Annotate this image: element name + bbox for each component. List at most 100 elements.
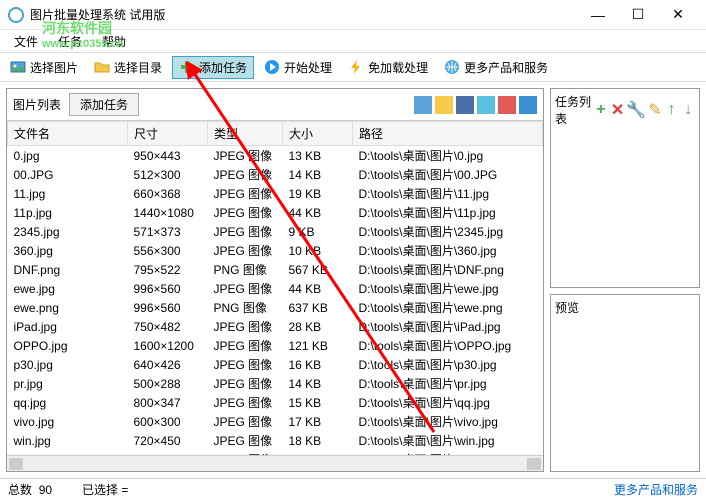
mini-folder-icon[interactable] [435,96,453,114]
maximize-button[interactable]: ☐ [618,6,658,23]
cell-path: D:\tools\桌面\图片\00.JPG [353,165,543,184]
cell-name: 11.jpg [8,184,128,203]
cell-type: JPEG 图像 [208,279,283,298]
cell-fsize: 18 KB [283,431,353,450]
cell-name: iPad.jpg [8,317,128,336]
table-row[interactable]: 2345.jpg571×373JPEG 图像9 KBD:\tools\桌面\图片… [8,222,543,241]
file-table-wrap[interactable]: 文件名 尺寸 类型 大小 路径 0.jpg950×443JPEG 图像13 KB… [7,120,543,455]
cell-name: vivo.jpg [8,412,128,431]
cell-fsize: 44 KB [283,203,353,222]
cell-type: PNG 图像 [208,260,283,279]
table-row[interactable]: win.jpg720×450JPEG 图像18 KBD:\tools\桌面\图片… [8,431,543,450]
cell-path: D:\tools\桌面\图片\vivo.jpg [353,412,543,431]
horizontal-scrollbar[interactable] [7,455,543,471]
cell-type: JPEG 图像 [208,393,283,412]
cell-type: JPEG 图像 [208,203,283,222]
col-filename[interactable]: 文件名 [8,122,128,146]
cell-type: JPEG 图像 [208,355,283,374]
cell-name: 00.JPG [8,165,128,184]
select-dir-label: 选择目录 [114,59,162,76]
cell-path: D:\tools\桌面\图片\360.jpg [353,241,543,260]
table-row[interactable]: p30.jpg640×426JPEG 图像16 KBD:\tools\桌面\图片… [8,355,543,374]
cell-type: PNG 图像 [208,298,283,317]
mini-image-icon[interactable] [414,96,432,114]
cell-fsize: 28 KB [283,317,353,336]
select-dir-button[interactable]: 选择目录 [88,57,168,78]
cell-path: D:\tools\桌面\图片\DNF.png [353,260,543,279]
table-row[interactable]: 11p.jpg1440×1080JPEG 图像44 KBD:\tools\桌面\… [8,203,543,222]
table-row[interactable]: DNF.png795×522PNG 图像567 KBD:\tools\桌面\图片… [8,260,543,279]
cell-type: JPEG 图像 [208,317,283,336]
add-task-small-button[interactable]: 添加任务 [69,93,139,116]
minimize-button[interactable]: — [578,7,618,23]
cell-path: D:\tools\桌面\图片\11.jpg [353,184,543,203]
select-image-button[interactable]: 选择图片 [4,57,84,78]
col-dimensions[interactable]: 尺寸 [128,122,208,146]
task-remove-icon[interactable]: ✕ [611,101,625,119]
task-up-icon[interactable]: ↑ [665,101,679,119]
free-button[interactable]: 免加载处理 [342,57,434,78]
task-list-title: 任务列表 [555,93,591,127]
col-type[interactable]: 类型 [208,122,283,146]
cell-fsize: 567 KB [283,260,353,279]
task-down-icon[interactable]: ↓ [681,101,695,119]
cell-fsize: 10 KB [283,241,353,260]
cell-type: JPEG 图像 [208,184,283,203]
free-label: 免加载处理 [368,59,428,76]
app-icon [8,7,24,23]
table-row[interactable]: pr.jpg500×288JPEG 图像14 KBD:\tools\桌面\图片\… [8,374,543,393]
cell-fsize: 44 KB [283,279,353,298]
col-filesize[interactable]: 大小 [283,122,353,146]
cell-size: 750×482 [128,317,208,336]
more-button[interactable]: 更多产品和服务 [438,57,554,78]
cell-path: D:\tools\桌面\图片\ewe.jpg [353,279,543,298]
cell-path: D:\tools\桌面\图片\2345.jpg [353,222,543,241]
watermark: 河东软件园 www.pc0359.cn [42,18,124,50]
start-button[interactable]: 开始处理 [258,57,338,78]
watermark-name: 河东软件园 [42,20,112,36]
table-row[interactable]: OPPO.jpg1600×1200JPEG 图像121 KBD:\tools\桌… [8,336,543,355]
cell-size: 996×560 [128,279,208,298]
cell-path: D:\tools\桌面\图片\11p.jpg [353,203,543,222]
table-row[interactable]: 0.jpg950×443JPEG 图像13 KBD:\tools\桌面\图片\0… [8,146,543,166]
cell-size: 1600×1200 [128,336,208,355]
task-config-icon[interactable]: 🔧 [627,101,645,119]
task-add-icon[interactable]: + [594,101,608,119]
cell-path: D:\tools\桌面\图片\OPPO.jpg [353,336,543,355]
table-row[interactable]: vivo.jpg600×300JPEG 图像17 KBD:\tools\桌面\图… [8,412,543,431]
plus-icon [179,59,195,75]
table-row[interactable]: 00.JPG512×300JPEG 图像14 KBD:\tools\桌面\图片\… [8,165,543,184]
cell-type: JPEG 图像 [208,336,283,355]
table-row[interactable]: ewe.jpg996×560JPEG 图像44 KBD:\tools\桌面\图片… [8,279,543,298]
task-list-panel: 任务列表 + ✕ 🔧 ✎ ↑ ↓ [550,88,700,288]
table-row[interactable]: ewe.png996×560PNG 图像637 KBD:\tools\桌面\图片… [8,298,543,317]
cell-name: 0.jpg [8,146,128,166]
cell-size: 571×373 [128,222,208,241]
image-list-header: 图片列表 添加任务 [7,89,543,120]
cell-size: 720×450 [128,431,208,450]
cell-name: 2345.jpg [8,222,128,241]
play-icon [264,59,280,75]
cell-path: D:\tools\桌面\图片\iPad.jpg [353,317,543,336]
table-row[interactable]: qq.jpg800×347JPEG 图像15 KBD:\tools\桌面\图片\… [8,393,543,412]
close-button[interactable]: ✕ [658,6,698,23]
mini-delete-icon[interactable] [498,96,516,114]
table-row[interactable]: 360.jpg556×300JPEG 图像10 KBD:\tools\桌面\图片… [8,241,543,260]
table-row[interactable]: iPad.jpg750×482JPEG 图像28 KBD:\tools\桌面\图… [8,317,543,336]
mini-save-icon[interactable] [456,96,474,114]
toolbar: 选择图片 选择目录 添加任务 开始处理 免加载处理 更多产品和服务 [0,52,706,82]
watermark-url: www.pc0359.cn [42,38,124,50]
mini-clear-icon[interactable] [519,96,537,114]
mini-refresh-icon[interactable] [477,96,495,114]
right-sidebar: 任务列表 + ✕ 🔧 ✎ ↑ ↓ 预览 [550,88,700,472]
cell-path: D:\tools\桌面\图片\0.jpg [353,146,543,166]
add-task-button[interactable]: 添加任务 [172,56,254,79]
globe-icon [444,59,460,75]
cell-fsize: 16 KB [283,355,353,374]
task-brush-icon[interactable]: ✎ [648,101,662,119]
col-path[interactable]: 路径 [353,122,543,146]
cell-fsize: 14 KB [283,374,353,393]
cell-name: OPPO.jpg [8,336,128,355]
status-more-link[interactable]: 更多产品和服务 [614,481,698,498]
table-row[interactable]: 11.jpg660×368JPEG 图像19 KBD:\tools\桌面\图片\… [8,184,543,203]
